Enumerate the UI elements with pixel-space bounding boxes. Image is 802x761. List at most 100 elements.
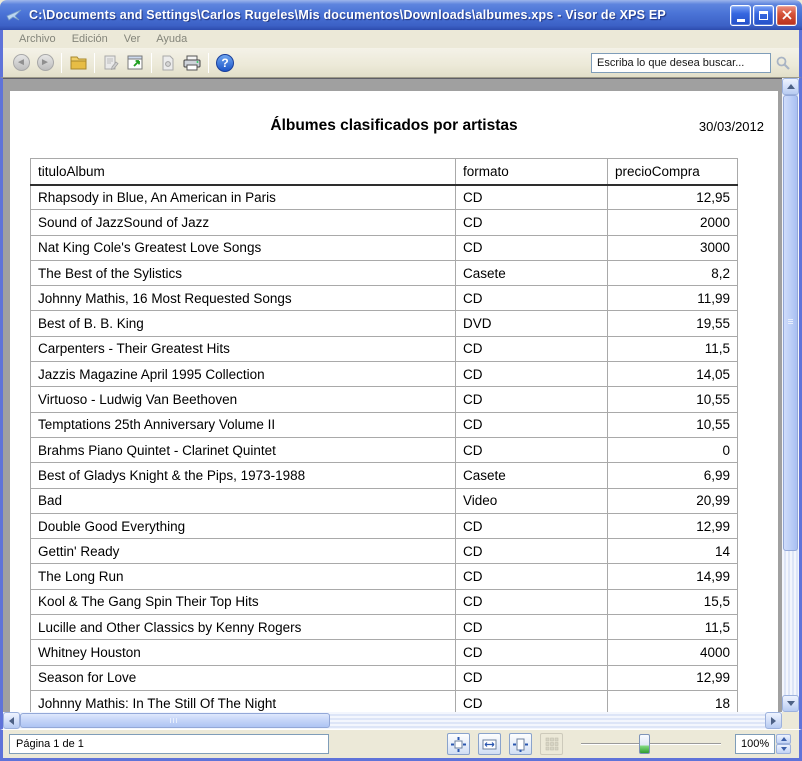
cell-precioCompra: 2000 xyxy=(608,210,738,235)
zoom-value[interactable]: 100% xyxy=(735,734,775,754)
save-copy-button[interactable] xyxy=(156,51,180,75)
cell-precioCompra: 6,99 xyxy=(608,463,738,488)
zoom-controls: 100% xyxy=(439,733,791,755)
cell-tituloAlbum: The Best of the Sylistics xyxy=(31,260,456,285)
page-indicator[interactable]: Página 1 de 1 xyxy=(9,734,329,754)
window-controls xyxy=(730,5,797,26)
cell-precioCompra: 12,99 xyxy=(608,665,738,690)
spinner-up-icon xyxy=(781,737,787,741)
table-row: Virtuoso - Ludwig Van BeethovenCD10,55 xyxy=(31,387,738,412)
toolbar-separator xyxy=(61,53,62,73)
zoom-decrease-button[interactable] xyxy=(776,744,791,754)
fit-width-button[interactable] xyxy=(478,733,501,755)
table-row: Lucille and Other Classics by Kenny Roge… xyxy=(31,615,738,640)
cell-precioCompra: 14 xyxy=(608,539,738,564)
cell-tituloAlbum: Johnny Mathis, 16 Most Requested Songs xyxy=(31,286,456,311)
scroll-up-button[interactable] xyxy=(782,78,799,95)
minimize-button[interactable] xyxy=(730,5,751,26)
open-in-new-window-icon xyxy=(126,54,145,72)
table-row: Double Good EverythingCD12,99 xyxy=(31,513,738,538)
albums-table: tituloAlbum formato precioCompra Rhapsod… xyxy=(30,158,738,712)
toolbar-separator xyxy=(208,53,209,73)
close-button[interactable] xyxy=(776,5,797,26)
cell-tituloAlbum: Double Good Everything xyxy=(31,513,456,538)
forward-icon: ► xyxy=(37,54,54,71)
fit-visible-button[interactable] xyxy=(509,733,532,755)
cell-precioCompra: 14,05 xyxy=(608,362,738,387)
table-row: Brahms Piano Quintet - Clarinet QuintetC… xyxy=(31,437,738,462)
horizontal-scrollbar[interactable] xyxy=(0,712,802,729)
forward-button[interactable]: ► xyxy=(33,51,57,75)
cell-formato: CD xyxy=(456,665,608,690)
help-icon: ? xyxy=(216,54,234,72)
document-title: Álbumes clasificados por artistas xyxy=(10,117,778,135)
cell-precioCompra: 19,55 xyxy=(608,311,738,336)
horizontal-scroll-track[interactable] xyxy=(20,712,765,729)
maximize-button[interactable] xyxy=(753,5,774,26)
cell-precioCompra: 11,99 xyxy=(608,286,738,311)
cell-formato: CD xyxy=(456,412,608,437)
zoom-slider-track[interactable] xyxy=(581,743,721,745)
scroll-left-button[interactable] xyxy=(3,712,20,729)
xps-viewer-window: C:\Documents and Settings\Carlos Rugeles… xyxy=(0,0,802,761)
document-header: Álbumes clasificados por artistas 30/03/… xyxy=(10,91,778,158)
table-row: Johnny Mathis: In The Still Of The Night… xyxy=(31,690,738,712)
scroll-right-button[interactable] xyxy=(765,712,782,729)
cell-precioCompra: 3000 xyxy=(608,235,738,260)
app-icon xyxy=(6,7,24,23)
table-header-row: tituloAlbum formato precioCompra xyxy=(31,159,738,185)
menu-ver[interactable]: Ver xyxy=(116,31,149,47)
cell-formato: Video xyxy=(456,488,608,513)
zoom-slider-thumb[interactable] xyxy=(639,734,650,754)
scroll-down-button[interactable] xyxy=(782,695,799,712)
document-viewport: Álbumes clasificados por artistas 30/03/… xyxy=(0,78,802,712)
vertical-scroll-track[interactable] xyxy=(782,95,799,695)
toolbar: ◄ ► xyxy=(0,48,802,78)
page-area[interactable]: Álbumes clasificados por artistas 30/03/… xyxy=(3,78,782,712)
table-row: Nat King Cole's Greatest Love SongsCD300… xyxy=(31,235,738,260)
cell-precioCompra: 18 xyxy=(608,690,738,712)
cell-tituloAlbum: Carpenters - Their Greatest Hits xyxy=(31,336,456,361)
fit-page-button[interactable] xyxy=(447,733,470,755)
open-folder-icon xyxy=(69,54,88,71)
spinner-down-icon xyxy=(781,747,787,751)
horizontal-scroll-thumb[interactable] xyxy=(20,713,330,728)
search-icon[interactable] xyxy=(775,55,791,71)
open-file-button[interactable] xyxy=(66,51,90,75)
vertical-scroll-thumb[interactable] xyxy=(783,95,798,551)
zoom-slider[interactable] xyxy=(581,734,721,754)
zoom-increase-button[interactable] xyxy=(776,734,791,744)
open-new-window-button[interactable] xyxy=(123,51,147,75)
back-button[interactable]: ◄ xyxy=(9,51,33,75)
print-button[interactable] xyxy=(180,51,204,75)
permissions-button[interactable] xyxy=(99,51,123,75)
search-area xyxy=(591,53,791,73)
search-input[interactable] xyxy=(591,53,771,73)
menu-bar: Archivo Edición Ver Ayuda xyxy=(0,30,802,48)
back-icon: ◄ xyxy=(13,54,30,71)
menu-ayuda[interactable]: Ayuda xyxy=(148,31,195,47)
title-bar: C:\Documents and Settings\Carlos Rugeles… xyxy=(0,0,802,30)
thumb-grip xyxy=(170,718,177,723)
help-button[interactable]: ? xyxy=(213,51,237,75)
cell-precioCompra: 10,55 xyxy=(608,387,738,412)
column-header-tituloAlbum: tituloAlbum xyxy=(31,159,456,185)
scrollbar-corner xyxy=(782,712,799,729)
column-header-precioCompra: precioCompra xyxy=(608,159,738,185)
cell-tituloAlbum: Whitney Houston xyxy=(31,640,456,665)
print-icon xyxy=(182,54,202,72)
menu-edicion[interactable]: Edición xyxy=(64,31,116,47)
cell-tituloAlbum: Brahms Piano Quintet - Clarinet Quintet xyxy=(31,437,456,462)
cell-precioCompra: 20,99 xyxy=(608,488,738,513)
cell-tituloAlbum: Rhapsody in Blue, An American in Paris xyxy=(31,185,456,210)
cell-formato: CD xyxy=(456,640,608,665)
fit-width-icon xyxy=(482,737,497,752)
thumbnails-grid-icon xyxy=(545,737,559,751)
cell-formato: CD xyxy=(456,387,608,412)
menu-archivo[interactable]: Archivo xyxy=(11,31,64,47)
toolbar-separator xyxy=(151,53,152,73)
cell-formato: Casete xyxy=(456,260,608,285)
cell-tituloAlbum: Best of B. B. King xyxy=(31,311,456,336)
vertical-scrollbar[interactable] xyxy=(782,78,799,712)
thumbnails-button[interactable] xyxy=(540,733,563,755)
